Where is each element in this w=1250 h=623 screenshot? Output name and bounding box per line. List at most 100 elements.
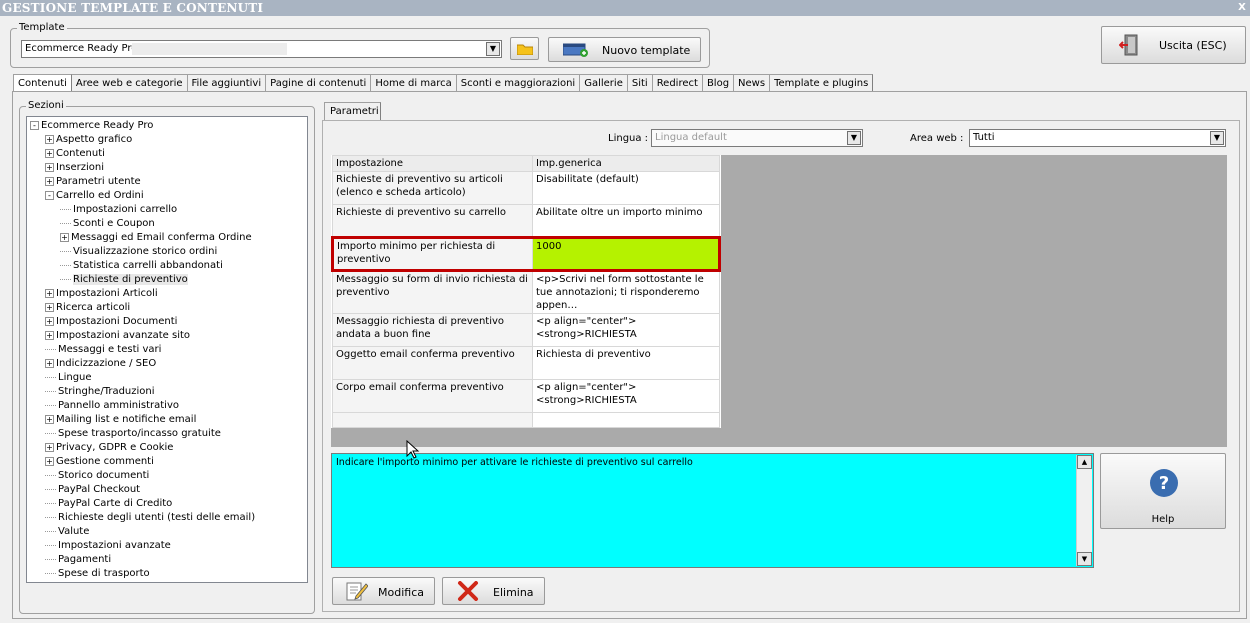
tree-item[interactable]: Visualizzazione storico ordini [30,245,307,259]
setting-value-cell[interactable]: <p align="center"><strong>RICHIESTA [532,379,720,413]
tree-item[interactable]: - Ecommerce Ready Pro [30,119,307,133]
scroll-up-icon[interactable]: ▲ [1077,455,1092,469]
tab-redirect[interactable]: Redirect [651,74,703,92]
tree-item[interactable]: PayPal Carte di Credito [30,497,307,511]
collapse-icon[interactable]: - [30,120,39,130]
tree-item[interactable]: Pagamenti [30,553,307,567]
tree-item[interactable]: Statistica carrelli abbandonati [30,259,307,273]
help-button[interactable]: ? Help [1100,453,1226,529]
tab-pagine-contenuti[interactable]: Pagine di contenuti [265,74,372,92]
tree-item[interactable]: PayPal Checkout [30,483,307,497]
chevron-down-icon[interactable]: ▼ [847,131,861,145]
table-row[interactable] [332,412,720,428]
tree-item[interactable]: Pannello amministrativo [30,399,307,413]
tab-news[interactable]: News [733,74,771,92]
delete-button[interactable]: Elimina [442,577,545,605]
scroll-down-icon[interactable]: ▼ [1077,552,1092,566]
chevron-down-icon[interactable]: ▼ [486,42,500,56]
setting-name-cell[interactable] [332,412,533,428]
expand-icon[interactable]: + [45,358,54,368]
setting-value-cell[interactable]: <p>Scrivi nel form sottostante le tue an… [532,270,720,314]
tree-item[interactable]: Spese di trasporto [30,567,307,581]
tab-aree-web[interactable]: Aree web e categorie [70,74,188,92]
close-icon[interactable]: X [1238,0,1246,16]
table-row[interactable]: Oggetto email conferma preventivo Richies… [332,346,720,380]
expand-icon[interactable]: + [45,316,54,326]
tree-item[interactable]: + Messaggi ed Email conferma Ordine [30,231,307,245]
sections-tree[interactable]: - Ecommerce Ready Pro + Aspetto grafico + Con… [26,116,308,583]
setting-name-cell[interactable]: Messaggio su form di invio richiesta di … [332,270,533,314]
tab-gallerie[interactable]: Gallerie [579,74,628,92]
tree-item[interactable]: + Ricerca articoli [30,301,307,315]
table-row[interactable]: Messaggio su form di invio richiesta di … [332,270,720,314]
setting-value-cell[interactable]: Abilitate oltre un importo minimo [532,204,720,238]
collapse-icon[interactable]: - [45,190,54,200]
modify-button[interactable]: Modifica [332,577,435,605]
tab-sconti[interactable]: Sconti e maggiorazioni [455,74,581,92]
tab-blog[interactable]: Blog [701,74,735,92]
tree-item[interactable]: + Impostazioni avanzate sito [30,329,307,343]
template-select[interactable]: Ecommerce Ready Pro ▼ [21,40,502,58]
table-row[interactable]: Messaggio richiesta di preventivo andata… [332,313,720,347]
tree-item[interactable]: + Indicizzazione / SEO [30,357,307,371]
tab-home-marca[interactable]: Home di marca [370,74,457,92]
setting-value-cell[interactable]: Richiesta di preventivo [532,346,720,380]
setting-name-cell[interactable]: Richieste di preventivo su articoli (ele… [332,171,533,205]
tree-item[interactable]: Valute [30,525,307,539]
tree-item[interactable]: + Aspetto grafico [30,133,307,147]
tree-item[interactable]: Richieste degli utenti (testi delle emai… [30,511,307,525]
setting-value-cell[interactable]: <p align="center"><strong>RICHIESTA [532,313,720,347]
setting-value-cell[interactable] [532,412,720,428]
tab-file-aggiuntivi[interactable]: File aggiuntivi [186,74,267,92]
setting-value-cell[interactable]: Disabilitate (default) [532,171,720,205]
exit-button[interactable]: Uscita (ESC) [1101,26,1246,64]
expand-icon[interactable]: + [45,162,54,172]
tab-parametri[interactable]: Parametri [324,102,381,121]
setting-name-cell[interactable]: Oggetto email conferma preventivo [332,346,533,380]
tree-item[interactable]: + Mailing list e notifiche email [30,413,307,427]
tree-item[interactable]: Impostazioni carrello [30,203,307,217]
tree-item[interactable]: + Impostazioni Articoli [30,287,307,301]
tree-item[interactable]: Richieste di preventivo [30,273,307,287]
tree-item[interactable]: + Gestione commenti [30,455,307,469]
expand-icon[interactable]: + [45,148,54,158]
tree-item[interactable]: Sconti e Coupon [30,217,307,231]
tab-siti[interactable]: Siti [626,74,653,92]
tree-item[interactable]: Stringhe/Traduzioni [30,385,307,399]
open-folder-button[interactable] [510,37,539,60]
tab-template-plugins[interactable]: Template e plugins [769,74,874,92]
header-imp-generica[interactable]: Imp.generica [532,155,720,172]
expand-icon[interactable]: + [45,330,54,340]
memo-scrollbar[interactable]: ▲ ▼ [1076,455,1092,566]
area-web-select[interactable]: Tutti ▼ [969,129,1226,147]
tree-item[interactable]: + Privacy, GDPR e Cookie [30,441,307,455]
setting-name-cell[interactable]: Corpo email conferma preventivo [332,379,533,413]
expand-icon[interactable]: + [60,232,69,242]
lingua-select[interactable]: Lingua default ▼ [651,129,863,147]
header-impostazione[interactable]: Impostazione [332,155,533,172]
expand-icon[interactable]: + [45,134,54,144]
expand-icon[interactable]: + [45,442,54,452]
table-row[interactable]: Importo minimo per richiesta di preventi… [331,236,721,272]
new-template-button[interactable]: Nuovo template [548,37,701,62]
table-row[interactable]: Corpo email conferma preventivo <p align=… [332,379,720,413]
tree-item[interactable]: Impostazioni avanzate [30,539,307,553]
tree-item[interactable]: - Carrello ed Ordini [30,189,307,203]
expand-icon[interactable]: + [45,414,54,424]
tree-item[interactable]: + Inserzioni [30,161,307,175]
tree-item[interactable]: Lingue [30,371,307,385]
expand-icon[interactable]: + [45,456,54,466]
tree-item[interactable]: Storico documenti [30,469,307,483]
table-row[interactable]: Richieste di preventivo su carrello Abili… [332,204,720,238]
expand-icon[interactable]: + [45,302,54,312]
tree-item[interactable]: Spese trasporto/incasso gratuite [30,427,307,441]
setting-name-cell[interactable]: Richieste di preventivo su carrello [332,204,533,238]
description-memo[interactable]: Indicare l'importo minimo per attivare l… [331,453,1094,568]
table-row[interactable]: Richieste di preventivo su articoli (ele… [332,171,720,205]
expand-icon[interactable]: + [45,176,54,186]
tree-item[interactable]: Messaggi e testi vari [30,343,307,357]
setting-name-cell[interactable]: Messaggio richiesta di preventivo andata… [332,313,533,347]
tree-item[interactable]: + Impostazioni Documenti [30,315,307,329]
chevron-down-icon[interactable]: ▼ [1210,131,1224,145]
tree-item[interactable]: + Contenuti [30,147,307,161]
